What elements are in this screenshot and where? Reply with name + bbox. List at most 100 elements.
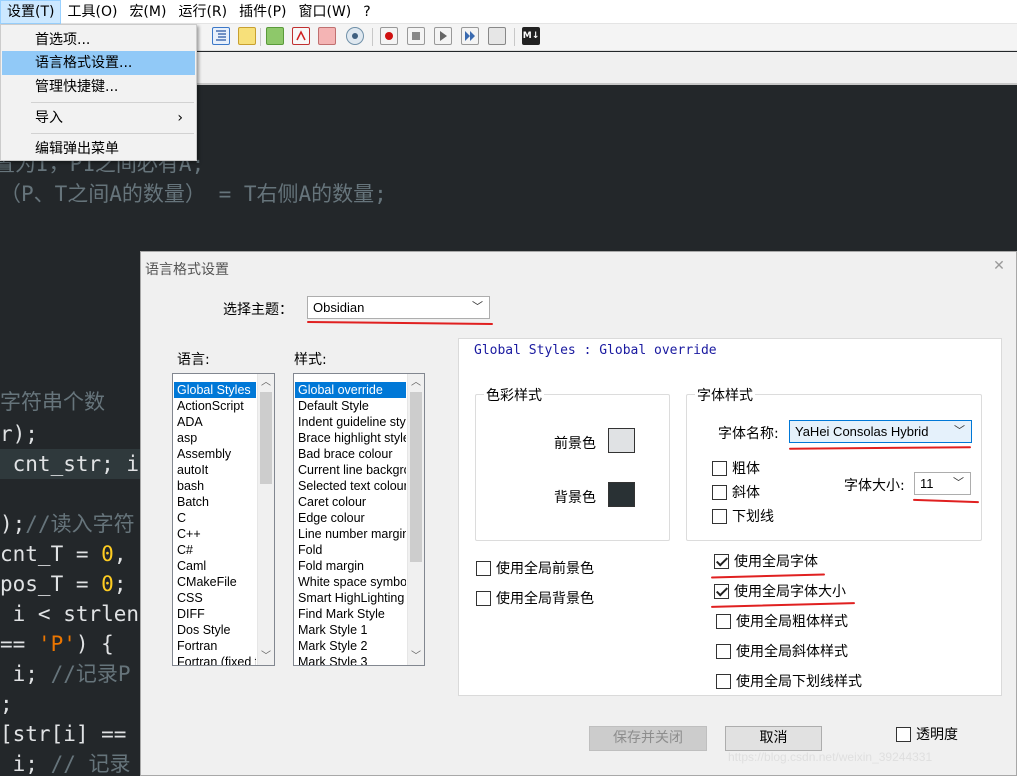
use-global-font-size-checkbox[interactable]: 使用全局字体大小 bbox=[714, 581, 846, 601]
menu-settings[interactable]: 设置(T) bbox=[0, 0, 62, 24]
use-global-fg-checkbox[interactable]: 使用全局前景色 bbox=[476, 558, 594, 578]
language-list-scrollbar[interactable]: ︿ ﹀ bbox=[257, 374, 274, 665]
list-item[interactable]: Fold bbox=[295, 542, 406, 558]
eye-icon[interactable] bbox=[346, 27, 364, 45]
foreground-color-swatch[interactable] bbox=[608, 428, 635, 453]
list-item[interactable]: Global override bbox=[295, 382, 406, 398]
close-icon[interactable]: ✕ bbox=[988, 255, 1010, 277]
function-list-icon[interactable] bbox=[266, 27, 284, 45]
scrollbar-thumb[interactable] bbox=[410, 392, 422, 562]
toolbar-separator bbox=[514, 28, 515, 46]
list-item[interactable]: Mark Style 3 bbox=[295, 654, 406, 665]
bold-checkbox[interactable]: 粗体 bbox=[712, 458, 760, 478]
list-item[interactable]: Assembly bbox=[174, 446, 256, 462]
list-item[interactable]: autoIt bbox=[174, 462, 256, 478]
menu-tools[interactable]: 工具(O) bbox=[61, 0, 123, 24]
background-color-swatch[interactable] bbox=[608, 482, 635, 507]
list-item[interactable]: Indent guideline style bbox=[295, 414, 406, 430]
list-item[interactable]: Mark Style 2 bbox=[295, 638, 406, 654]
transparency-checkbox[interactable]: 透明度 bbox=[896, 724, 958, 744]
list-item[interactable]: bash bbox=[174, 478, 256, 494]
scrollbar-thumb[interactable] bbox=[260, 392, 272, 484]
font-size-select[interactable]: 11 ﹀ bbox=[914, 472, 971, 495]
underline-checkbox[interactable]: 下划线 bbox=[712, 506, 774, 526]
list-item[interactable]: Mark Style 1 bbox=[295, 622, 406, 638]
style-listbox[interactable]: Global override Default Style Indent guide… bbox=[293, 373, 425, 666]
menu-macro[interactable]: 宏(M) bbox=[123, 0, 172, 24]
code-line: ; bbox=[0, 692, 13, 716]
italic-checkbox[interactable]: 斜体 bbox=[712, 482, 760, 502]
use-global-bold-checkbox[interactable]: 使用全局粗体样式 bbox=[716, 611, 848, 631]
list-item[interactable]: Global Styles bbox=[174, 382, 256, 398]
list-item[interactable]: Line number margin bbox=[295, 526, 406, 542]
list-item[interactable]: Edge colour bbox=[295, 510, 406, 526]
list-item[interactable]: Batch bbox=[174, 494, 256, 510]
list-item[interactable]: CSS bbox=[174, 590, 256, 606]
list-item[interactable]: Current line background colour bbox=[295, 462, 406, 478]
style-configurator-dialog: 语言格式设置 ✕ 选择主题： Obsidian ﹀ 语言: 样式: Global… bbox=[140, 251, 1017, 776]
list-item[interactable]: Bad brace colour bbox=[295, 446, 406, 462]
list-item[interactable]: Default Style bbox=[295, 398, 406, 414]
submenu-arrow-icon: › bbox=[177, 110, 183, 126]
menu-item-style-configurator[interactable]: 语言格式设置... bbox=[2, 51, 195, 75]
scroll-down-icon[interactable]: ﹀ bbox=[258, 648, 274, 665]
list-item[interactable]: C# bbox=[174, 542, 256, 558]
list-item[interactable]: Dos Style bbox=[174, 622, 256, 638]
list-item[interactable]: White space symbol bbox=[295, 574, 406, 590]
list-item[interactable]: C++ bbox=[174, 526, 256, 542]
menu-run[interactable]: 运行(R) bbox=[172, 0, 233, 24]
menu-help[interactable]: ? bbox=[357, 0, 376, 24]
list-item[interactable]: Selected text colour bbox=[295, 478, 406, 494]
list-item[interactable]: Fortran bbox=[174, 638, 256, 654]
run-multiple-icon[interactable] bbox=[461, 27, 479, 45]
theme-select[interactable]: Obsidian ﹀ bbox=[307, 296, 490, 319]
font-name-select[interactable]: YaHei Consolas Hybrid ﹀ bbox=[789, 420, 972, 443]
list-item[interactable]: C bbox=[174, 510, 256, 526]
list-item[interactable]: DIFF bbox=[174, 606, 256, 622]
pdf-icon[interactable] bbox=[292, 27, 310, 45]
use-global-bg-checkbox[interactable]: 使用全局背景色 bbox=[476, 588, 594, 608]
scroll-down-icon[interactable]: ﹀ bbox=[408, 648, 424, 665]
menu-window[interactable]: 窗口(W) bbox=[292, 0, 357, 24]
markdown-icon[interactable]: M↓ bbox=[522, 27, 540, 45]
list-item[interactable]: Brace highlight style bbox=[295, 430, 406, 446]
list-item[interactable]: ActionScript bbox=[174, 398, 256, 414]
scroll-up-icon[interactable]: ︿ bbox=[408, 374, 424, 391]
menu-item-preferences[interactable]: 首选项... bbox=[2, 28, 195, 52]
stop-record-icon[interactable] bbox=[407, 27, 425, 45]
code-line: pos_T = 0; bbox=[0, 572, 127, 596]
play-macro-icon[interactable] bbox=[434, 27, 452, 45]
menu-item-import[interactable]: 导入 › bbox=[2, 106, 195, 130]
style-list-scrollbar[interactable]: ︿ ﹀ bbox=[407, 374, 424, 665]
menu-item-shortcut-mapper[interactable]: 管理快捷键... bbox=[2, 75, 195, 99]
list-item[interactable]: ADA bbox=[174, 414, 256, 430]
list-item[interactable]: Caml bbox=[174, 558, 256, 574]
list-item[interactable]: Fortran (fixed form) bbox=[174, 654, 256, 665]
cancel-button[interactable]: 取消 bbox=[725, 726, 822, 751]
menu-plugins[interactable]: 插件(P) bbox=[233, 0, 292, 24]
chevron-down-icon: ﹀ bbox=[472, 301, 483, 313]
save-macro-icon[interactable] bbox=[488, 27, 506, 45]
show-indent-guide-icon[interactable] bbox=[212, 27, 230, 45]
use-global-underline-checkbox[interactable]: 使用全局下划线样式 bbox=[716, 671, 862, 691]
folder-icon[interactable] bbox=[318, 27, 336, 45]
save-and-close-button[interactable]: 保存并关闭 bbox=[589, 726, 707, 751]
list-item[interactable]: Caret colour bbox=[295, 494, 406, 510]
list-item[interactable]: CMakeFile bbox=[174, 574, 256, 590]
use-global-italic-checkbox[interactable]: 使用全局斜体样式 bbox=[716, 641, 848, 661]
language-list-label: 语言: bbox=[177, 352, 210, 368]
list-item[interactable]: Find Mark Style bbox=[295, 606, 406, 622]
use-global-font-checkbox[interactable]: 使用全局字体 bbox=[714, 551, 818, 571]
list-item[interactable]: asp bbox=[174, 430, 256, 446]
list-item[interactable]: Fold margin bbox=[295, 558, 406, 574]
menu-item-edit-context-menu[interactable]: 编辑弹出菜单 bbox=[2, 137, 195, 161]
font-group-title: 字体样式 bbox=[695, 385, 755, 405]
language-listbox[interactable]: Global Styles ActionScript ADA asp Assembly a… bbox=[172, 373, 275, 666]
font-size-label: 字体大小: bbox=[844, 478, 905, 494]
scroll-up-icon[interactable]: ︿ bbox=[258, 374, 274, 391]
record-macro-icon[interactable] bbox=[380, 27, 398, 45]
document-map-icon[interactable] bbox=[238, 27, 256, 45]
list-item[interactable]: Smart HighLighting bbox=[295, 590, 406, 606]
code-line: == 'P') { bbox=[0, 632, 114, 656]
menu-separator bbox=[31, 102, 194, 103]
